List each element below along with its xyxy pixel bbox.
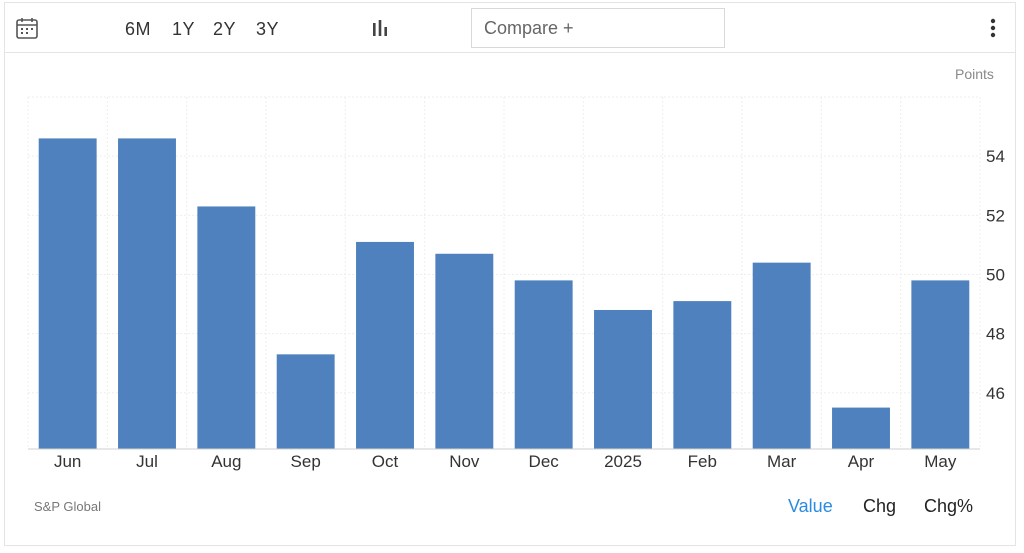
x-tick-label: Sep <box>291 452 321 471</box>
x-tick-label: Oct <box>372 452 399 471</box>
bar-jul[interactable] <box>118 138 176 450</box>
tab-chg[interactable]: Chg <box>863 496 896 517</box>
y-tick-label: 50 <box>986 265 1005 284</box>
bar-chart: Jun Jul Aug Sep Oct Nov Dec 2025 Feb Mar Apr May 46 4… <box>27 96 1005 471</box>
x-tick-label: Jun <box>54 452 81 471</box>
x-tick-label: Aug <box>211 452 241 471</box>
bar-jun[interactable] <box>38 138 97 450</box>
bar-aug[interactable] <box>197 206 256 449</box>
bar-nov[interactable] <box>435 253 494 449</box>
y-tick-label: 52 <box>986 206 1005 225</box>
x-tick-label: 2025 <box>604 452 642 471</box>
bar-2025[interactable] <box>594 309 652 449</box>
x-tick-label: Nov <box>449 452 480 471</box>
y-tick-label: 48 <box>986 325 1005 344</box>
x-tick-label: May <box>924 452 957 471</box>
x-tick-label: Feb <box>688 452 717 471</box>
bar-sep[interactable] <box>276 354 335 449</box>
y-tick-label: 54 <box>986 147 1005 166</box>
tab-value[interactable]: Value <box>788 496 833 517</box>
tab-chg-percent[interactable]: Chg% <box>924 496 973 517</box>
bar-mar[interactable] <box>752 262 811 449</box>
y-tick-label: 46 <box>986 384 1005 403</box>
source-label: S&P Global <box>34 499 101 514</box>
bar-dec[interactable] <box>514 280 573 449</box>
bar-apr[interactable] <box>832 407 890 449</box>
x-tick-label: Mar <box>767 452 797 471</box>
x-tick-label: Jul <box>136 452 158 471</box>
x-tick-label: Dec <box>529 452 560 471</box>
x-tick-label: Apr <box>848 452 875 471</box>
bar-oct[interactable] <box>356 241 414 449</box>
bar-may[interactable] <box>911 280 970 449</box>
bar-feb[interactable] <box>673 301 732 449</box>
